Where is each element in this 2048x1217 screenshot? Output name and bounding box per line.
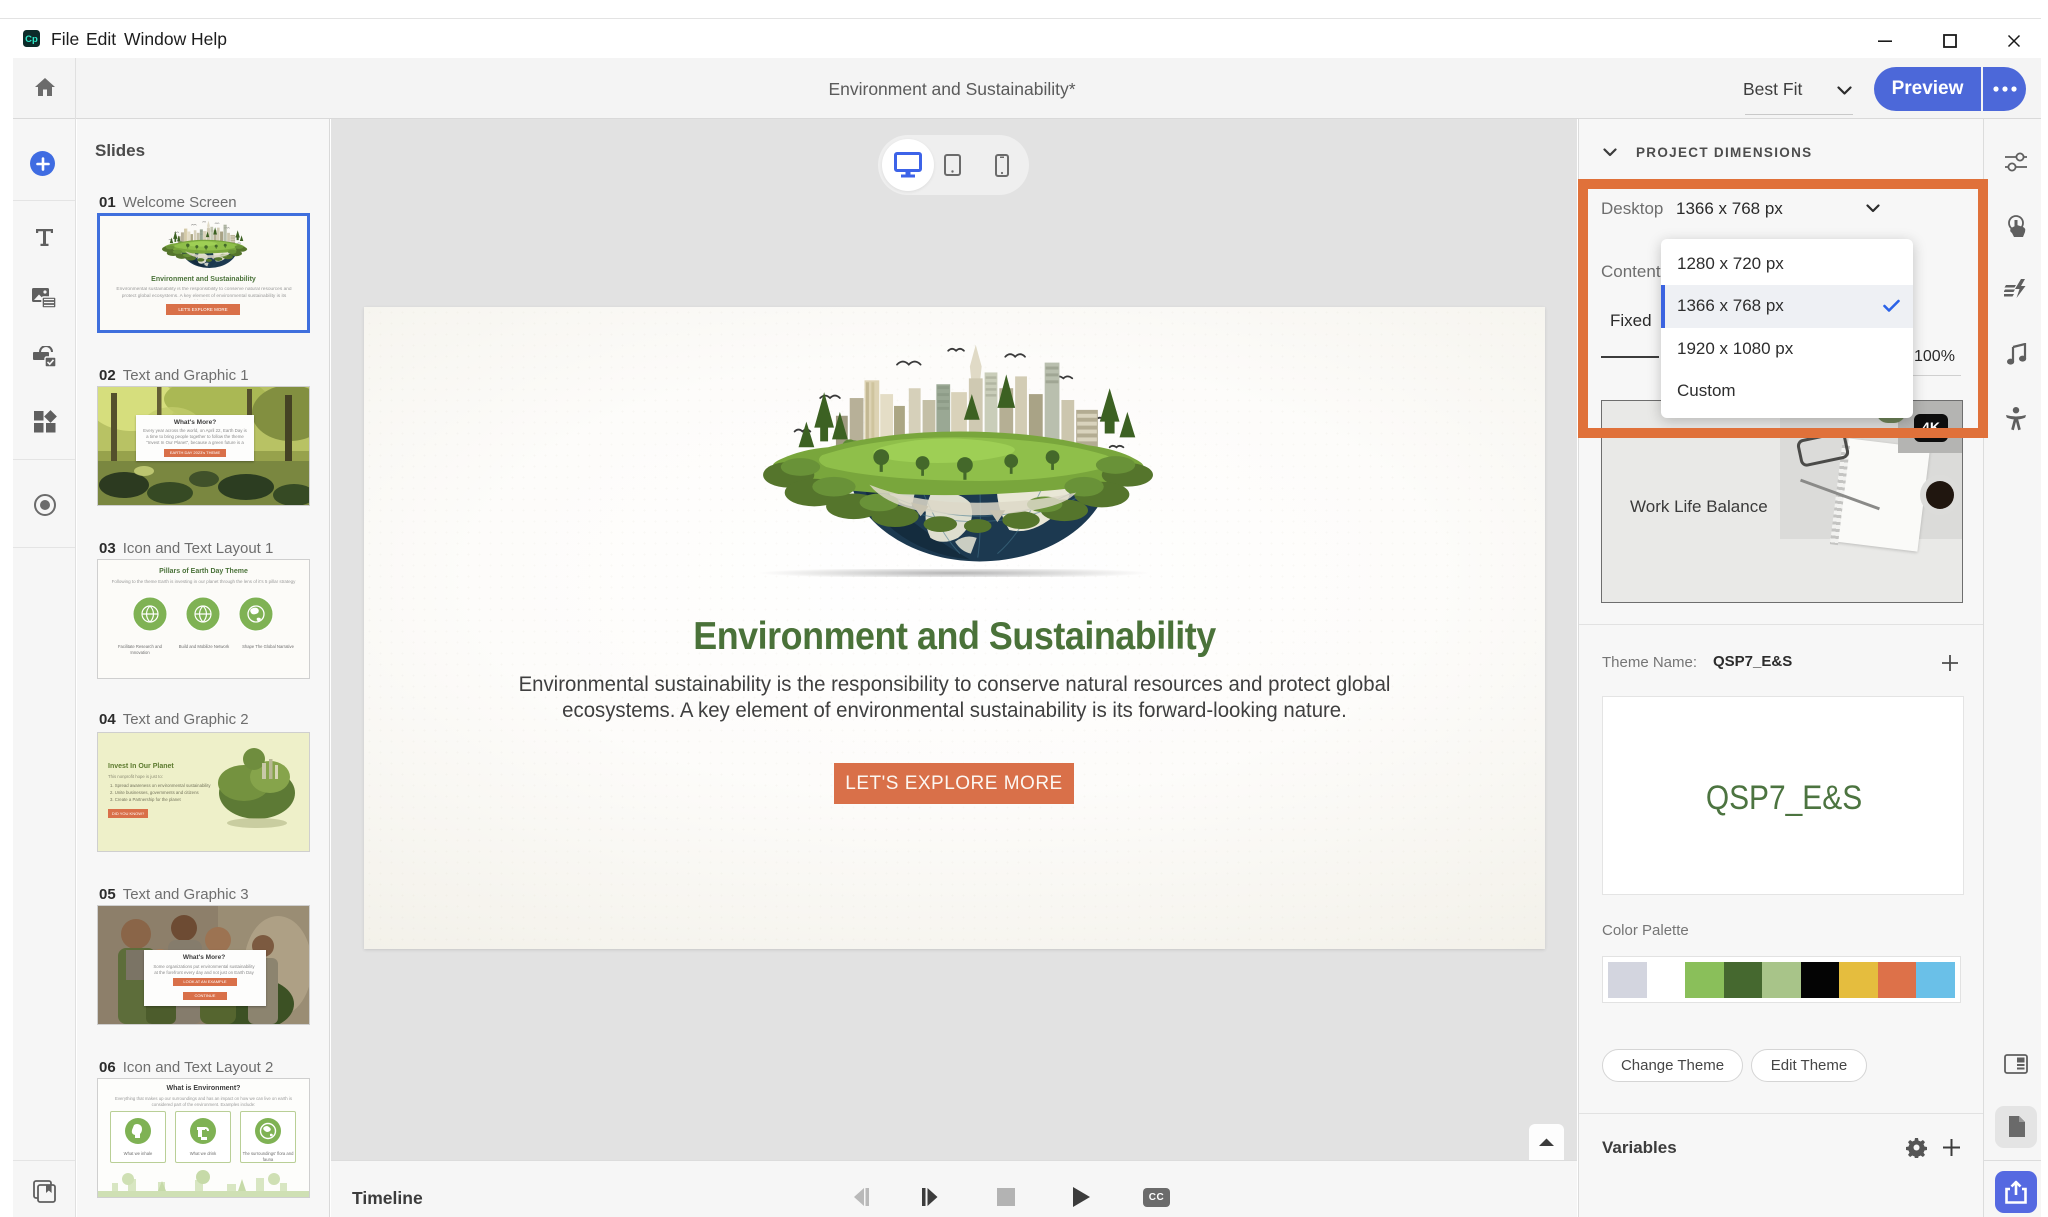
svg-text:Cp: Cp [25, 34, 38, 45]
